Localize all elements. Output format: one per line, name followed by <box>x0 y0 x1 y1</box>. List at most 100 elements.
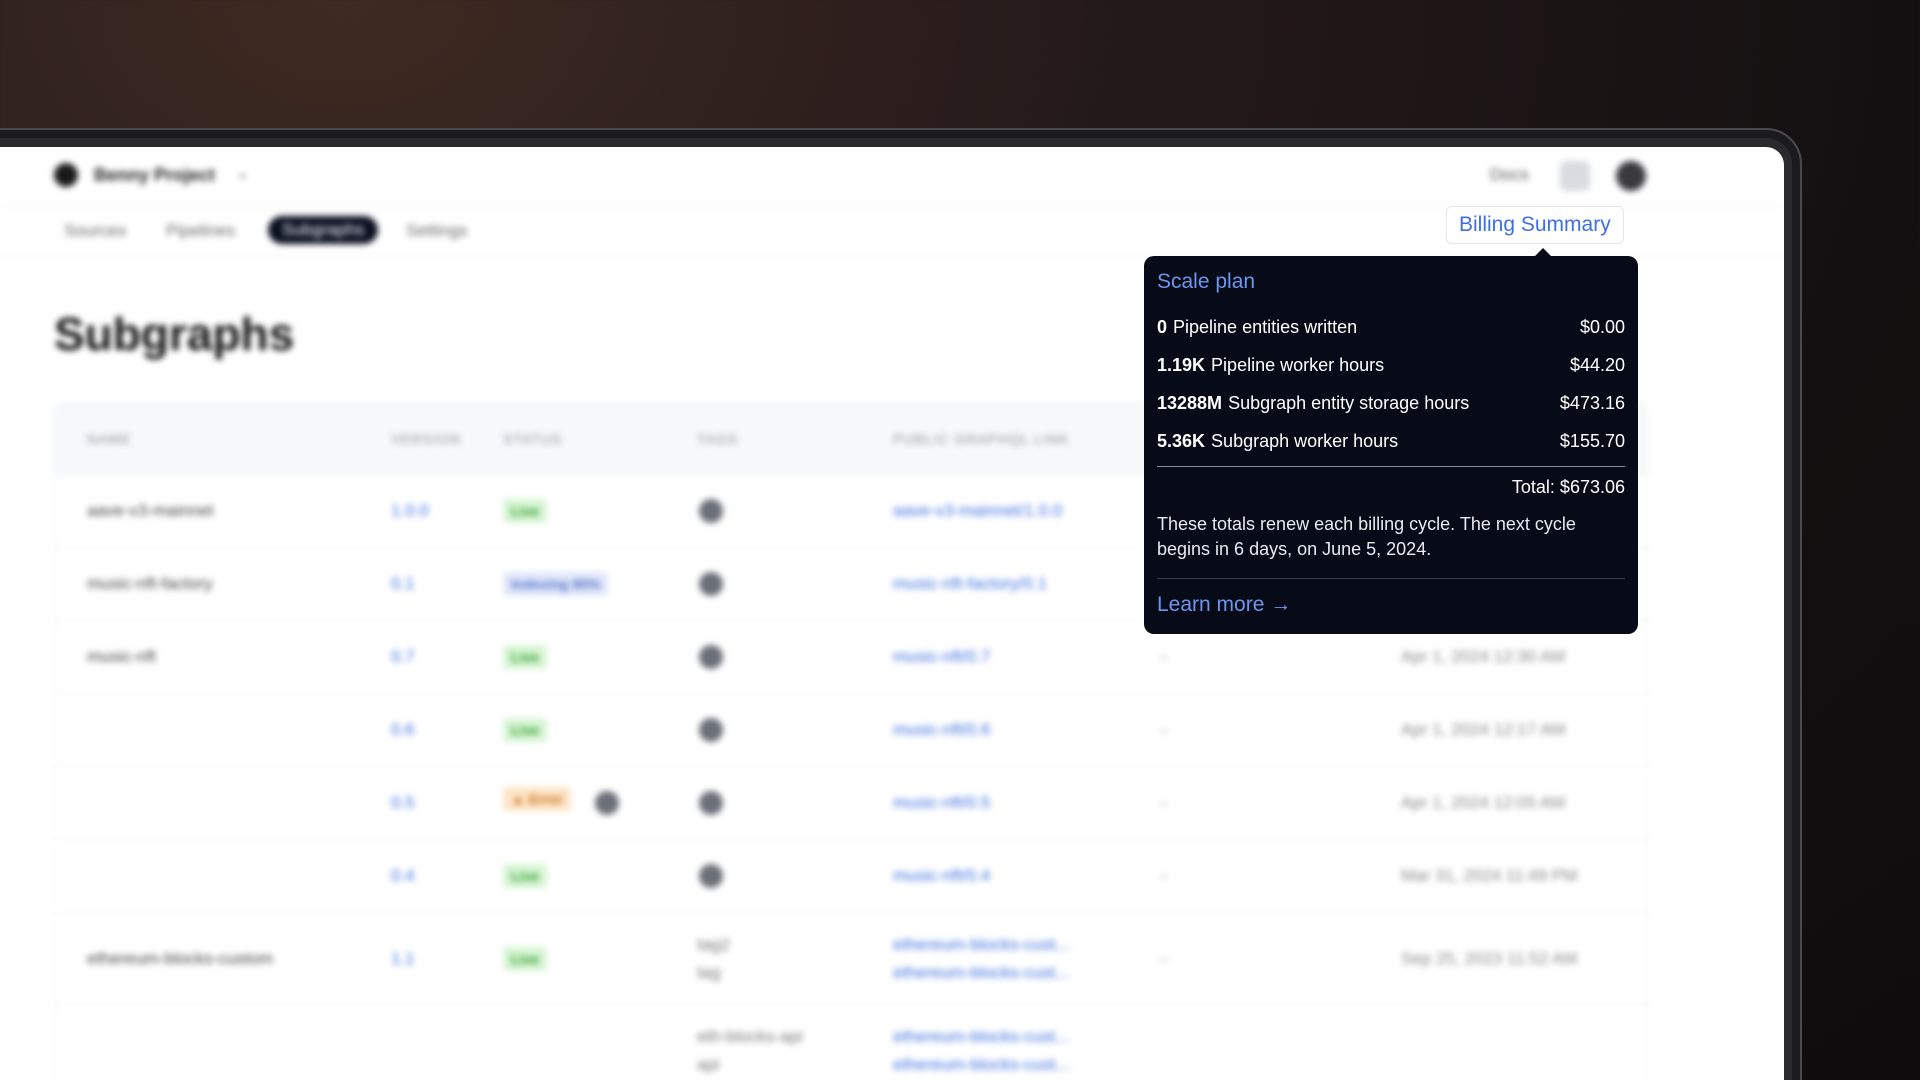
divider <box>1157 578 1625 579</box>
version-link[interactable]: 1.1 <box>391 949 415 969</box>
tag-icon[interactable] <box>699 499 723 523</box>
project-name[interactable]: Benny Project <box>94 165 215 186</box>
billing-line-desc: 5.36K Subgraph worker hours <box>1157 431 1398 452</box>
subgraph-name[interactable]: music-nft <box>87 647 156 667</box>
status-badge: Live <box>503 864 548 888</box>
status-badge: Live <box>503 645 548 669</box>
project-logo-icon[interactable] <box>54 163 78 187</box>
billing-line: 1.19K Pipeline worker hours $44.20 <box>1157 346 1625 384</box>
avatar[interactable] <box>1616 161 1646 191</box>
billing-amount: $44.20 <box>1569 354 1625 375</box>
warning-icon: ▲ <box>511 791 529 807</box>
info-icon[interactable] <box>595 791 619 815</box>
docs-link[interactable]: Docs <box>1490 165 1529 185</box>
billing-qty: 1.19K <box>1157 354 1206 375</box>
tab-pipelines[interactable]: Pipelines <box>166 221 235 241</box>
created-date: Mar 31, 2024 11:49 PM <box>1401 866 1578 885</box>
graphql-link[interactable]: ethereum-blocks-cust... <box>893 1027 1070 1047</box>
tag-label[interactable]: tag <box>697 963 721 983</box>
top-bar: Benny Project ⌄ Docs <box>0 147 1784 207</box>
created-date: Apr 1, 2024 12:30 AM <box>1401 647 1566 666</box>
tab-subgraphs[interactable]: Subgraphs <box>268 216 379 244</box>
page-title: Subgraphs <box>54 308 295 360</box>
tag-icon[interactable] <box>699 718 723 742</box>
learn-more-link[interactable]: Learn more → <box>1157 593 1625 617</box>
table-row[interactable]: eth-blocks-api api ethereum-blocks-cust.… <box>55 1005 1647 1080</box>
billing-summary-button[interactable]: Billing Summary <box>1446 206 1624 244</box>
created-date: Sep 25, 2023 11:52 AM <box>1401 949 1578 968</box>
version-link[interactable]: 0.6 <box>391 720 415 740</box>
plan-name: Scale plan <box>1157 270 1256 293</box>
document-icon[interactable] <box>1560 161 1590 191</box>
status-badge: Live <box>503 718 548 742</box>
tag-icon[interactable] <box>699 645 723 669</box>
empty-value: – <box>1159 793 1169 812</box>
billing-amount: $0.00 <box>1579 316 1625 337</box>
created-date: Apr 1, 2024 12:05 AM <box>1401 793 1566 812</box>
table-row[interactable]: 0.4 Live music-nft/0.4 – Mar 31, 2024 11… <box>55 840 1647 913</box>
billing-total: Total: $673.06 <box>1511 477 1625 497</box>
version-link[interactable]: 0.4 <box>391 866 415 886</box>
graphql-link[interactable]: ethereum-blocks-cust... <box>893 1055 1070 1075</box>
tab-settings[interactable]: Settings <box>406 221 467 241</box>
graphql-link[interactable]: ethereum-blocks-cust... <box>893 963 1070 983</box>
billing-line-desc: 1.19K Pipeline worker hours <box>1157 355 1384 376</box>
tag-label[interactable]: eth-blocks-api <box>697 1027 803 1047</box>
billing-amount: $155.70 <box>1559 430 1625 451</box>
tag-icon[interactable] <box>699 791 723 815</box>
version-link[interactable]: 0.1 <box>391 574 415 594</box>
graphql-link[interactable]: music-nft/0.4 <box>893 866 990 886</box>
tag-icon[interactable] <box>699 572 723 596</box>
status-badge: ▲ Error <box>503 787 571 811</box>
table-row[interactable]: ethereum-blocks-custom 1.1 Live tag2 tag… <box>55 913 1647 1005</box>
billing-qty: 0 <box>1157 316 1168 337</box>
graphql-link[interactable]: music-nft/0.6 <box>893 720 990 740</box>
version-link[interactable]: 0.5 <box>391 793 415 813</box>
empty-value: – <box>1159 949 1169 968</box>
billing-popover: Scale plan 0 Pipeline entities written $0… <box>1144 256 1638 634</box>
empty-value: – <box>1159 720 1169 739</box>
billing-label: Subgraph entity storage hours <box>1228 392 1470 413</box>
billing-note: These totals renew each billing cycle. T… <box>1157 514 1576 559</box>
billing-line-desc: 13288M Subgraph entity storage hours <box>1157 393 1469 414</box>
billing-label: Pipeline worker hours <box>1211 354 1385 375</box>
divider <box>1157 466 1625 467</box>
status-badge: Live <box>503 947 548 971</box>
billing-line-desc: 0 Pipeline entities written <box>1157 317 1357 338</box>
billing-label: Subgraph worker hours <box>1211 430 1399 451</box>
header-version[interactable]: VERSION <box>391 431 461 447</box>
header-name[interactable]: NAME <box>87 431 131 447</box>
graphql-link[interactable]: music-nft/0.5 <box>893 793 990 813</box>
subgraph-name[interactable]: aave-v3-mainnet <box>87 501 214 521</box>
billing-qty: 5.36K <box>1157 430 1206 451</box>
created-date: Apr 1, 2024 12:17 AM <box>1401 720 1566 739</box>
status-badge: Live <box>503 499 548 523</box>
billing-line: 13288M Subgraph entity storage hours $473… <box>1157 384 1625 422</box>
header-tags[interactable]: TAGS <box>697 431 738 447</box>
billing-line: 0 Pipeline entities written $0.00 <box>1157 308 1625 346</box>
version-link[interactable]: 1.0.0 <box>391 501 429 521</box>
billing-amount: $473.16 <box>1559 392 1625 413</box>
header-status[interactable]: STATUS <box>503 431 562 447</box>
tag-label[interactable]: tag2 <box>697 935 730 955</box>
header-graphql-link[interactable]: PUBLIC GRAPHQL LINK <box>893 431 1069 447</box>
subgraph-name[interactable]: music-nft-factory <box>87 574 213 594</box>
table-row[interactable]: 0.6 Live music-nft/0.6 – Apr 1, 2024 12:… <box>55 694 1647 767</box>
table-row[interactable]: 0.5 ▲ Error music-nft/0.5 – Apr 1, 2024 … <box>55 767 1647 840</box>
graphql-link[interactable]: aave-v3-mainnet/1.0.0 <box>893 501 1062 521</box>
empty-value: – <box>1159 866 1169 885</box>
tab-sources[interactable]: Sources <box>64 221 126 241</box>
graphql-link[interactable]: music-nft/0.7 <box>893 647 990 667</box>
subgraph-name[interactable]: ethereum-blocks-custom <box>87 949 273 969</box>
graphql-link[interactable]: music-nft-factory/0.1 <box>893 574 1047 594</box>
status-badge: Indexing 80% <box>503 572 609 596</box>
version-link[interactable]: 0.7 <box>391 647 415 667</box>
empty-value: – <box>1159 647 1169 666</box>
tag-icon[interactable] <box>699 864 723 888</box>
billing-line: 5.36K Subgraph worker hours $155.70 <box>1157 422 1625 460</box>
billing-label: Pipeline entities written <box>1173 316 1358 337</box>
chevron-down-icon[interactable]: ⌄ <box>236 163 249 183</box>
tag-label[interactable]: api <box>697 1055 720 1075</box>
billing-qty: 13288M <box>1157 392 1223 413</box>
graphql-link[interactable]: ethereum-blocks-cust... <box>893 935 1070 955</box>
